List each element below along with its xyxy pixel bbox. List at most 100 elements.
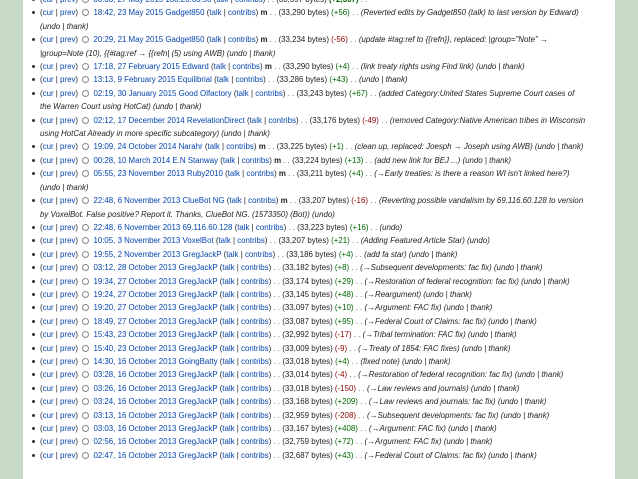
contribs-link[interactable]: contribs bbox=[241, 317, 269, 326]
cur-link[interactable]: cur bbox=[43, 223, 54, 232]
prev-link[interactable]: prev bbox=[60, 357, 75, 366]
prev-link[interactable]: prev bbox=[60, 250, 75, 259]
contribs-link[interactable]: contribs bbox=[241, 397, 269, 406]
user-link[interactable]: GregJackP bbox=[179, 437, 218, 446]
cur-link[interactable]: cur bbox=[43, 0, 54, 4]
revision-timestamp[interactable]: 02:19, 30 January 2015 bbox=[93, 89, 176, 98]
cur-link[interactable]: cur bbox=[43, 411, 54, 420]
talk-link[interactable]: talk bbox=[222, 290, 234, 299]
revision-timestamp[interactable]: 14:30, 16 October 2013 bbox=[93, 357, 176, 366]
talk-link[interactable]: talk bbox=[250, 116, 262, 125]
compare-radio[interactable] bbox=[82, 197, 90, 205]
talk-link[interactable]: talk bbox=[222, 344, 234, 353]
cur-link[interactable]: cur bbox=[43, 290, 54, 299]
revision-timestamp[interactable]: 22:48, 6 November 2013 bbox=[93, 223, 180, 232]
cur-link[interactable]: cur bbox=[43, 330, 54, 339]
revision-timestamp[interactable]: 00:28, 10 March 2014 bbox=[93, 156, 170, 165]
prev-link[interactable]: prev bbox=[60, 424, 75, 433]
user-link[interactable]: VoxelBot bbox=[183, 236, 214, 245]
contribs-link[interactable]: contribs bbox=[228, 8, 256, 17]
contribs-link[interactable]: contribs bbox=[241, 411, 269, 420]
prev-link[interactable]: prev bbox=[60, 303, 75, 312]
cur-link[interactable]: cur bbox=[43, 424, 54, 433]
contribs-link[interactable]: contribs bbox=[242, 156, 270, 165]
revision-timestamp[interactable]: 15:40, 23 October 2013 bbox=[93, 344, 176, 353]
talk-link[interactable]: talk bbox=[222, 411, 234, 420]
prev-link[interactable]: prev bbox=[60, 370, 75, 379]
compare-radio[interactable] bbox=[82, 170, 90, 178]
user-link[interactable]: GregJackP bbox=[179, 424, 218, 433]
compare-radio[interactable] bbox=[82, 304, 90, 312]
compare-radio[interactable] bbox=[82, 143, 90, 151]
cur-link[interactable]: cur bbox=[43, 384, 54, 393]
talk-link[interactable]: talk bbox=[222, 357, 234, 366]
contribs-link[interactable]: contribs bbox=[241, 277, 269, 286]
cur-link[interactable]: cur bbox=[43, 250, 54, 259]
talk-link[interactable]: talk bbox=[222, 370, 234, 379]
user-link[interactable]: E.N Stanway bbox=[172, 156, 218, 165]
talk-link[interactable]: talk bbox=[216, 0, 228, 4]
contribs-link[interactable]: contribs bbox=[235, 75, 263, 84]
contribs-link[interactable]: contribs bbox=[241, 451, 269, 460]
cur-link[interactable]: cur bbox=[43, 75, 54, 84]
cur-link[interactable]: cur bbox=[43, 370, 54, 379]
compare-radio[interactable] bbox=[82, 0, 90, 3]
prev-link[interactable]: prev bbox=[60, 116, 75, 125]
user-link[interactable]: GregJackP bbox=[179, 303, 218, 312]
talk-link[interactable]: talk bbox=[209, 35, 221, 44]
revision-timestamp[interactable]: 05:55, 23 November 2013 bbox=[93, 169, 184, 178]
prev-link[interactable]: prev bbox=[60, 62, 75, 71]
talk-link[interactable]: talk bbox=[222, 384, 234, 393]
talk-link[interactable]: talk bbox=[237, 223, 249, 232]
user-link[interactable]: Gadget850 bbox=[165, 35, 204, 44]
talk-link[interactable]: talk bbox=[236, 89, 248, 98]
compare-radio[interactable] bbox=[82, 451, 90, 459]
user-link[interactable]: GregJackP bbox=[179, 277, 218, 286]
compare-radio[interactable] bbox=[82, 156, 90, 164]
user-link[interactable]: Equilibrial bbox=[178, 75, 212, 84]
prev-link[interactable]: prev bbox=[60, 8, 75, 17]
compare-radio[interactable] bbox=[82, 76, 90, 84]
revision-timestamp[interactable]: 03:12, 28 October 2013 bbox=[93, 263, 176, 272]
talk-link[interactable]: talk bbox=[222, 397, 234, 406]
prev-link[interactable]: prev bbox=[60, 344, 75, 353]
contribs-link[interactable]: contribs bbox=[241, 344, 269, 353]
contribs-link[interactable]: contribs bbox=[241, 330, 269, 339]
prev-link[interactable]: prev bbox=[60, 169, 75, 178]
contribs-link[interactable]: contribs bbox=[241, 263, 269, 272]
compare-radio[interactable] bbox=[82, 9, 90, 17]
user-link[interactable]: GregJackP bbox=[179, 290, 218, 299]
cur-link[interactable]: cur bbox=[43, 357, 54, 366]
compare-radio[interactable] bbox=[82, 438, 90, 446]
user-link[interactable]: GregJackP bbox=[179, 370, 218, 379]
compare-radio[interactable] bbox=[82, 36, 90, 44]
revision-timestamp[interactable]: 02:47, 16 October 2013 bbox=[93, 451, 176, 460]
revision-timestamp[interactable]: 03:28, 16 October 2013 bbox=[93, 370, 176, 379]
compare-radio[interactable] bbox=[82, 116, 90, 124]
contribs-link[interactable]: contribs bbox=[241, 370, 269, 379]
contribs-link[interactable]: contribs bbox=[246, 169, 274, 178]
user-link[interactable]: GregJackP bbox=[179, 384, 218, 393]
prev-link[interactable]: prev bbox=[60, 156, 75, 165]
prev-link[interactable]: prev bbox=[60, 330, 75, 339]
cur-link[interactable]: cur bbox=[43, 451, 54, 460]
revision-timestamp[interactable]: 19:09, 24 October 2014 bbox=[93, 142, 176, 151]
talk-link[interactable]: talk bbox=[222, 303, 234, 312]
user-link[interactable]: GregJackP bbox=[179, 411, 218, 420]
compare-radio[interactable] bbox=[82, 277, 90, 285]
cur-link[interactable]: cur bbox=[43, 277, 54, 286]
revision-timestamp[interactable]: 19:24, 27 October 2013 bbox=[93, 290, 176, 299]
compare-radio[interactable] bbox=[82, 290, 90, 298]
compare-radio[interactable] bbox=[82, 411, 90, 419]
cur-link[interactable]: cur bbox=[43, 89, 54, 98]
cur-link[interactable]: cur bbox=[43, 236, 54, 245]
compare-radio[interactable] bbox=[82, 384, 90, 392]
cur-link[interactable]: cur bbox=[43, 437, 54, 446]
prev-link[interactable]: prev bbox=[60, 384, 75, 393]
talk-link[interactable]: talk bbox=[209, 8, 221, 17]
compare-radio[interactable] bbox=[82, 223, 90, 231]
contribs-link[interactable]: contribs bbox=[241, 290, 269, 299]
contribs-link[interactable]: contribs bbox=[245, 250, 273, 259]
contribs-link[interactable]: contribs bbox=[232, 62, 260, 71]
talk-link[interactable]: talk bbox=[226, 250, 238, 259]
